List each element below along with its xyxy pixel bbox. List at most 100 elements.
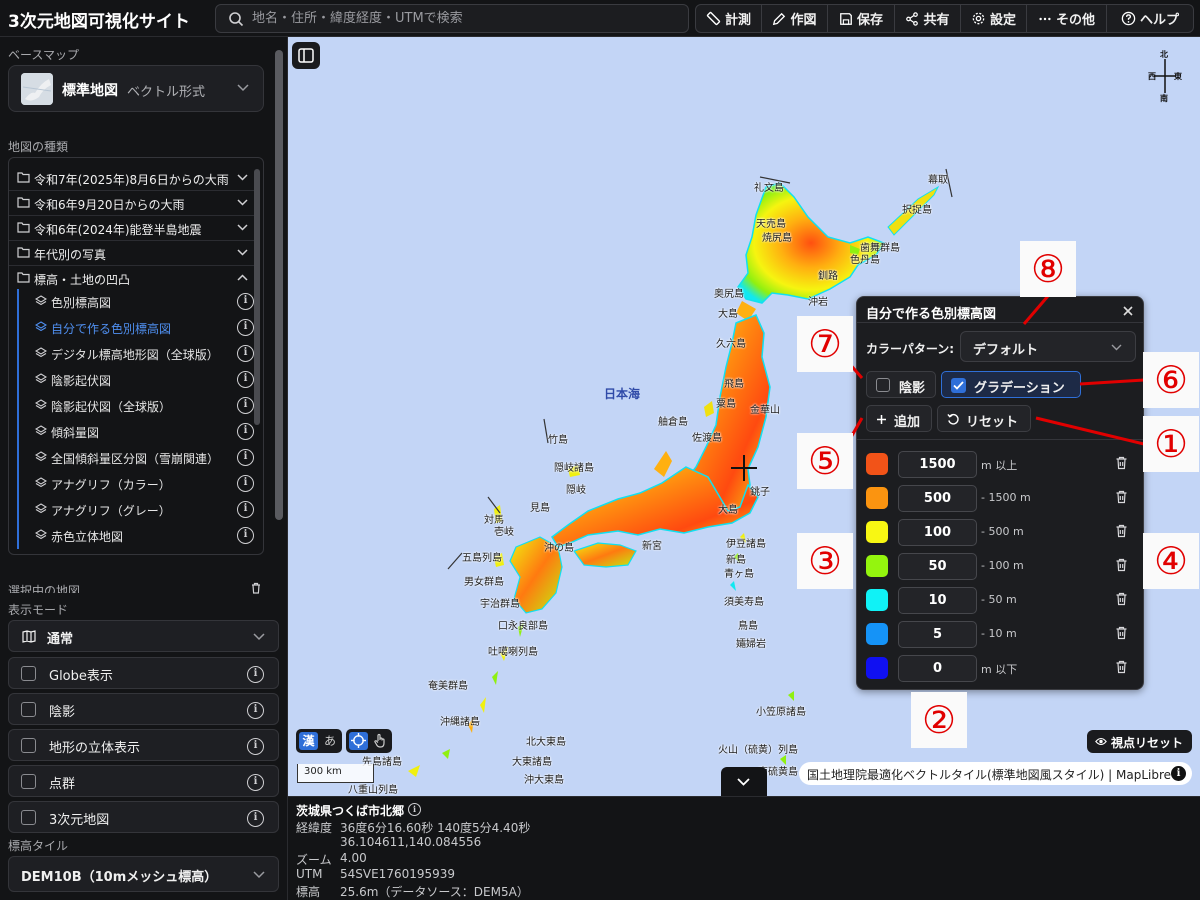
point-cloud-checkbox[interactable]	[21, 774, 36, 789]
info-icon[interactable]: i	[237, 527, 254, 544]
color-pattern-select[interactable]: デフォルト	[960, 331, 1136, 362]
more-button[interactable]: その他	[1027, 5, 1107, 32]
ime-kana[interactable]: あ	[324, 732, 336, 749]
display-mode-select[interactable]: 通常	[8, 620, 279, 652]
trash-icon[interactable]	[1115, 490, 1128, 504]
trash-icon[interactable]	[1115, 592, 1128, 606]
info-icon[interactable]: i	[237, 345, 254, 362]
sidebar-scrollbar[interactable]	[273, 40, 285, 595]
trash-icon[interactable]	[1115, 524, 1128, 538]
layer-item-hillshade[interactable]: 陰影起伏図 i	[17, 367, 254, 393]
locate-button[interactable]	[349, 732, 368, 750]
search-input[interactable]	[252, 8, 672, 29]
gradation-option[interactable]: グラデーション	[941, 371, 1081, 398]
info-icon[interactable]: i	[237, 397, 254, 414]
location-tool[interactable]	[346, 729, 392, 753]
elevation-input[interactable]	[898, 519, 977, 546]
settings-button[interactable]: 設定	[961, 5, 1027, 32]
info-icon[interactable]: i	[408, 803, 421, 816]
help-icon	[1121, 11, 1136, 26]
info-icon[interactable]: i	[237, 319, 254, 336]
elevation-input[interactable]	[898, 553, 977, 580]
save-button[interactable]: 保存	[828, 5, 895, 32]
draw-button[interactable]: 作図	[762, 5, 828, 32]
elevation-input[interactable]	[898, 621, 977, 648]
color-swatch[interactable]	[866, 657, 888, 679]
share-button[interactable]: 共有	[895, 5, 961, 32]
elevation-input[interactable]	[898, 655, 977, 682]
close-icon[interactable]	[1119, 302, 1137, 320]
sidebar-toggle-button[interactable]	[292, 42, 320, 69]
color-swatch[interactable]	[866, 521, 888, 543]
layer-item-custom-elevation[interactable]: 自分で作る色別標高図 i	[17, 315, 254, 341]
more-icon	[1039, 17, 1051, 20]
measure-button[interactable]: 計測	[696, 5, 762, 32]
hand-pointer-icon[interactable]	[372, 733, 388, 749]
terrain-3d-checkbox[interactable]	[21, 738, 36, 753]
folder-photos-by-era[interactable]: 年代別の写真	[9, 241, 254, 266]
sidebar-scroll-thumb[interactable]	[275, 50, 283, 520]
info-icon[interactable]: i	[237, 371, 254, 388]
folder-elevation-terrain[interactable]: 標高・土地の凹凸	[9, 266, 254, 291]
shading-toggle[interactable]: 陰影 i	[8, 693, 279, 725]
info-icon[interactable]: i	[237, 423, 254, 440]
add-button[interactable]: 追加	[866, 405, 932, 432]
layer-item-slope-avalanche[interactable]: 全国傾斜量区分図（雪崩関連） i	[17, 445, 254, 471]
info-icon[interactable]: i	[247, 774, 264, 791]
ime-kanji[interactable]: 漢	[299, 732, 318, 750]
ime-toggle[interactable]: 漢 あ	[296, 729, 342, 753]
layer-item-elevation-color[interactable]: 色別標高図 i	[17, 289, 254, 315]
folder-2025-rain[interactable]: 令和7年(2025年)8月6日からの大雨	[9, 166, 254, 191]
compass[interactable]: 北 西 東 南	[1146, 49, 1186, 103]
folder-noto-earthquake[interactable]: 令和6年(2024年)能登半島地震	[9, 216, 254, 241]
color-swatch[interactable]	[866, 589, 888, 611]
info-icon[interactable]: i	[247, 702, 264, 719]
color-swatch[interactable]	[866, 623, 888, 645]
elevation-input[interactable]	[898, 485, 977, 512]
color-swatch[interactable]	[866, 487, 888, 509]
info-icon[interactable]: i	[237, 501, 254, 518]
help-button[interactable]: ヘルプ	[1107, 5, 1193, 32]
shading-option[interactable]: 陰影	[866, 371, 936, 398]
info-icon[interactable]: i	[1171, 766, 1186, 781]
reset-button[interactable]: リセット	[937, 405, 1031, 432]
trash-icon[interactable]	[1115, 456, 1128, 470]
elevation-input[interactable]	[898, 587, 977, 614]
layer-item-anaglyph-gray[interactable]: アナグリフ（グレー） i	[17, 497, 254, 523]
layer-label: 傾斜量図	[51, 426, 100, 440]
terrain-3d-toggle[interactable]: 地形の立体表示 i	[8, 729, 279, 761]
elevation-tile-select[interactable]: DEM10B（10mメッシュ標高）	[8, 856, 279, 892]
info-icon[interactable]: i	[247, 666, 264, 683]
layer-item-hillshade-global[interactable]: 陰影起伏図（全球版） i	[17, 393, 254, 419]
color-swatch[interactable]	[866, 555, 888, 577]
shading-checkbox[interactable]	[21, 702, 36, 717]
layer-item-red-relief[interactable]: 赤色立体地図 i	[17, 523, 254, 549]
map-3d-checkbox[interactable]	[21, 810, 36, 825]
map-3d-toggle[interactable]: 3次元地図 i	[8, 801, 279, 833]
trash-icon[interactable]	[1115, 660, 1128, 674]
elevation-input[interactable]	[898, 451, 977, 478]
globe-checkbox[interactable]	[21, 666, 36, 681]
info-icon[interactable]: i	[237, 293, 254, 310]
layer-item-anaglyph-color[interactable]: アナグリフ（カラー） i	[17, 471, 254, 497]
layer-tree-scrollbar[interactable]	[254, 169, 260, 425]
basemap-selector[interactable]: 標準地図 ベクトル形式	[8, 65, 264, 112]
search-box[interactable]	[215, 4, 689, 33]
point-cloud-toggle[interactable]: 点群 i	[8, 765, 279, 797]
shading-checkbox[interactable]	[876, 378, 890, 392]
trash-icon[interactable]	[1115, 558, 1128, 572]
trash-icon[interactable]	[250, 582, 262, 594]
layer-item-slope[interactable]: 傾斜量図 i	[17, 419, 254, 445]
view-reset-button[interactable]: 視点リセット	[1087, 730, 1192, 753]
expand-panel-tab[interactable]	[721, 767, 767, 797]
globe-toggle[interactable]: Globe表示 i	[8, 657, 279, 689]
gradation-checkbox[interactable]	[951, 378, 966, 393]
info-icon[interactable]: i	[247, 810, 264, 827]
info-icon[interactable]: i	[237, 449, 254, 466]
color-swatch[interactable]	[866, 453, 888, 475]
info-icon[interactable]: i	[237, 475, 254, 492]
trash-icon[interactable]	[1115, 626, 1128, 640]
layer-item-digital-elevation-global[interactable]: デジタル標高地形図（全球版） i	[17, 341, 254, 367]
folder-2024-sep-rain[interactable]: 令和6年9月20日からの大雨	[9, 191, 254, 216]
info-icon[interactable]: i	[247, 738, 264, 755]
